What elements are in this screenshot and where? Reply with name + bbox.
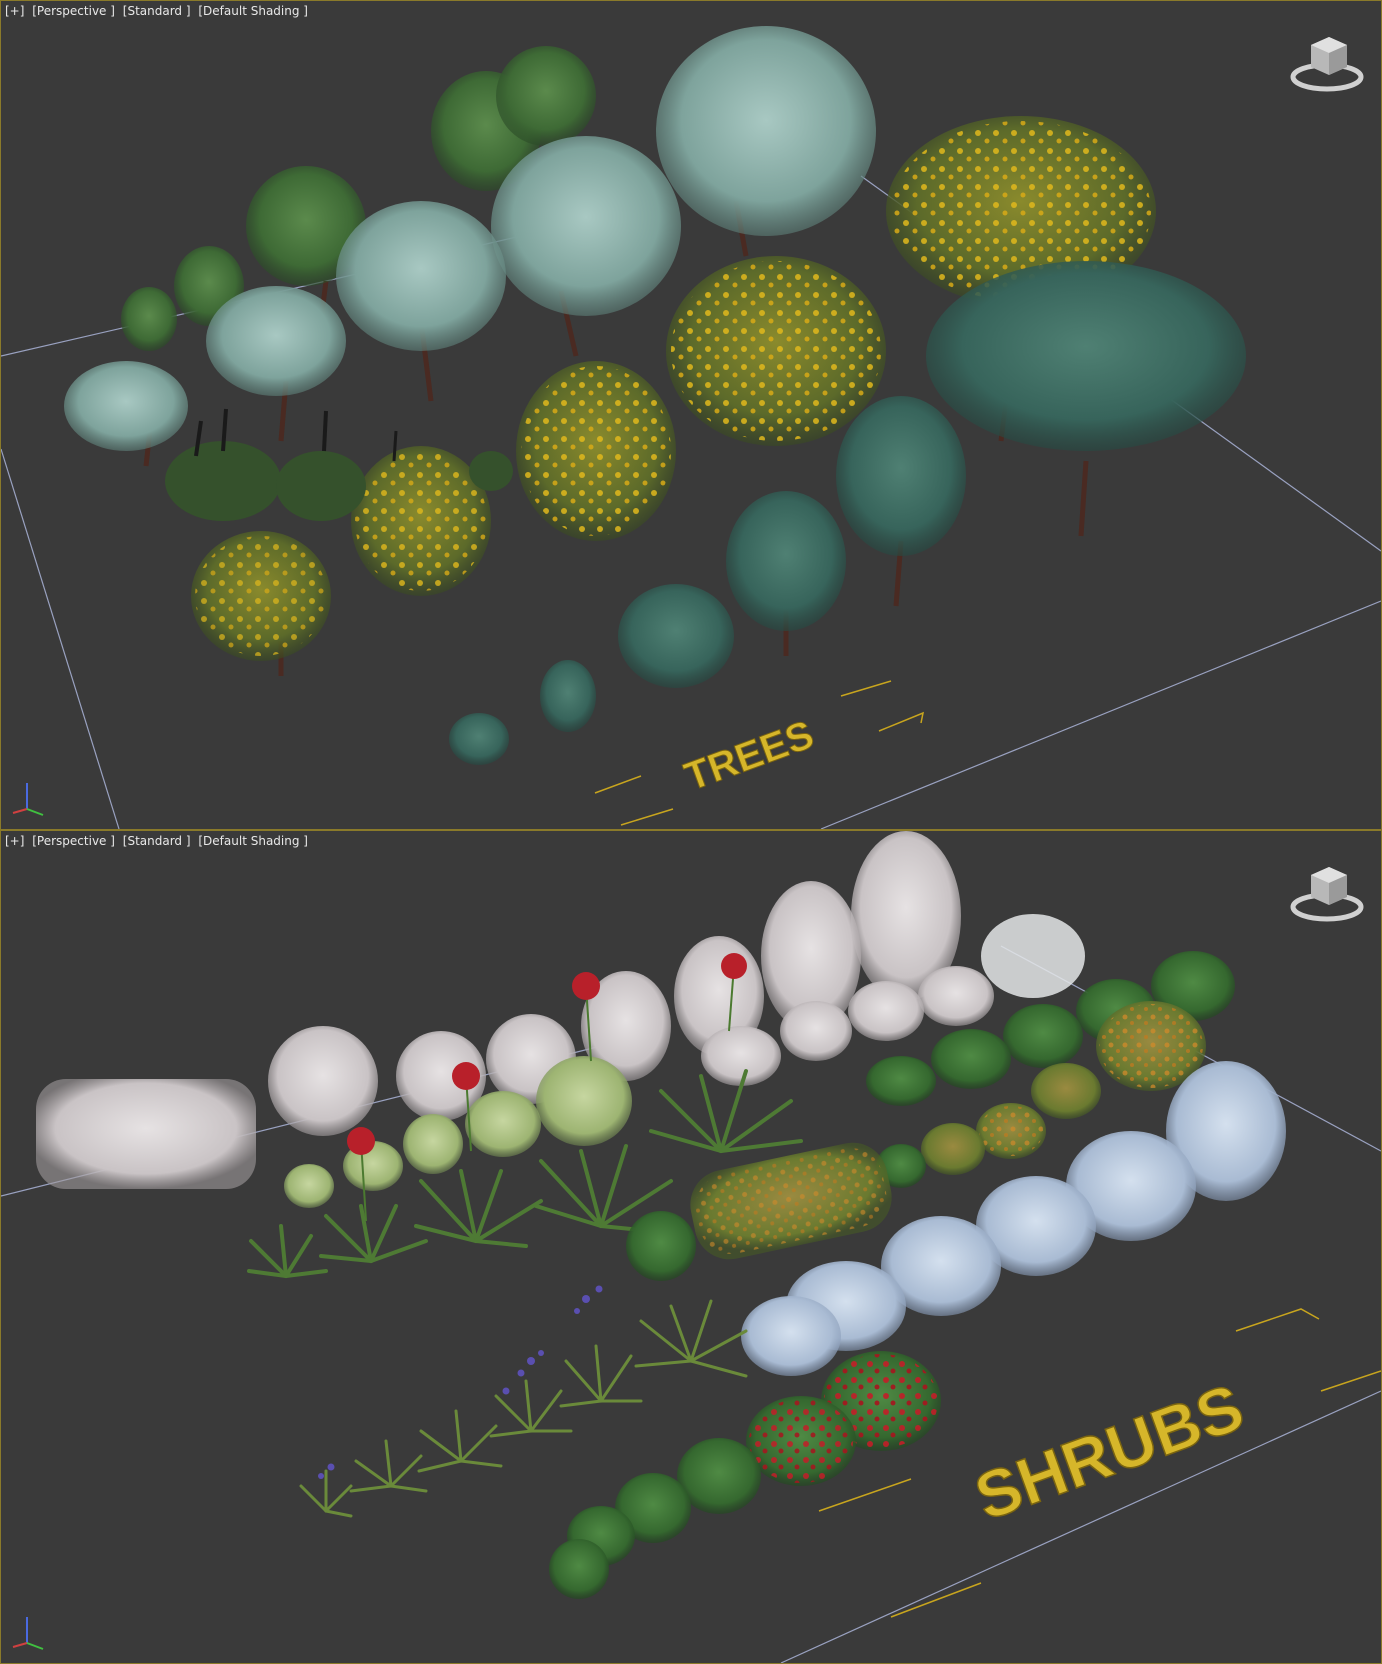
shrub[interactable]	[866, 1056, 936, 1106]
shrub[interactable]	[536, 1056, 632, 1146]
scene-shrubs[interactable]: SHRUBS	[1, 831, 1381, 1663]
trees-3d-text: TREES	[679, 712, 819, 799]
tree[interactable]	[121, 287, 177, 351]
spiky-plant[interactable]	[319, 1204, 428, 1263]
shrub[interactable]	[403, 1114, 463, 1174]
grass-tree[interactable]	[276, 451, 366, 521]
flower	[572, 972, 600, 1000]
grass-clump[interactable]	[299, 1469, 353, 1518]
grass-tree[interactable]	[469, 451, 513, 491]
tree[interactable]	[618, 584, 734, 688]
viewport-label-menu: [+] [Perspective ] [Standard ] [Default …	[5, 834, 312, 848]
viewport-point-of-view-menu[interactable]: [Perspective ]	[32, 4, 115, 18]
shrub[interactable]	[931, 1029, 1011, 1089]
shrub[interactable]	[268, 1026, 378, 1136]
shrub[interactable]	[701, 1026, 781, 1086]
grass-clump[interactable]	[417, 1409, 503, 1473]
shrub[interactable]	[449, 713, 509, 765]
viewport-preset-menu[interactable]: [Standard ]	[123, 4, 191, 18]
tree[interactable]	[496, 46, 596, 146]
shrub[interactable]	[1031, 1063, 1101, 1119]
viewport-shading-menu[interactable]: [Default Shading ]	[198, 834, 308, 848]
shrub[interactable]	[1003, 1004, 1083, 1068]
viewport-general-menu[interactable]: [+]	[5, 4, 24, 18]
tree[interactable]	[64, 361, 188, 451]
viewport-shading-menu[interactable]: [Default Shading ]	[198, 4, 308, 18]
grass-clump[interactable]	[634, 1299, 748, 1378]
shrub[interactable]	[780, 1001, 852, 1061]
shrub[interactable]	[918, 966, 994, 1026]
viewport-point-of-view-menu[interactable]: [Perspective ]	[32, 834, 115, 848]
tree[interactable]	[926, 261, 1246, 451]
shrub[interactable]	[465, 1091, 541, 1157]
spiky-plant[interactable]	[247, 1224, 328, 1278]
shrub[interactable]	[981, 914, 1085, 998]
shrub[interactable]	[848, 981, 924, 1041]
tree[interactable]	[656, 26, 876, 236]
grass-clump[interactable]	[559, 1344, 643, 1408]
perspective-viewport-bottom[interactable]: [+] [Perspective ] [Standard ] [Default …	[0, 830, 1382, 1664]
viewport-label-menu: [+] [Perspective ] [Standard ] [Default …	[5, 4, 312, 18]
viewcube-icon[interactable]	[1289, 31, 1365, 95]
spiky-plant[interactable]	[414, 1169, 543, 1248]
hedge[interactable]	[36, 1079, 256, 1189]
shrub[interactable]	[626, 1211, 696, 1281]
trees-3d-text-group: TREES	[594, 680, 925, 826]
shrub[interactable]	[284, 1164, 334, 1208]
viewcube-icon[interactable]	[1289, 861, 1365, 925]
flower	[721, 953, 747, 979]
shrub[interactable]	[540, 660, 596, 732]
tree[interactable]	[836, 396, 966, 556]
tree[interactable]	[491, 136, 681, 316]
viewport-general-menu[interactable]: [+]	[5, 834, 24, 848]
shrub[interactable]	[549, 1539, 609, 1599]
world-axis-tripod-icon	[12, 783, 44, 816]
flower	[452, 1062, 480, 1090]
shrub[interactable]	[921, 1123, 985, 1175]
shrubs-3d-text: SHRUBS	[965, 1369, 1252, 1534]
scene-trees[interactable]: TREES	[1, 1, 1381, 829]
grass-tree[interactable]	[165, 441, 281, 521]
tree[interactable]	[336, 201, 506, 351]
shrub[interactable]	[741, 1296, 841, 1376]
perspective-viewport-top[interactable]: [+] [Perspective ] [Standard ] [Default …	[0, 0, 1382, 830]
shrubs-green-front	[549, 1438, 761, 1599]
world-axis-tripod-icon	[12, 1617, 44, 1650]
grass-clump[interactable]	[349, 1439, 428, 1493]
tree[interactable]	[726, 491, 846, 631]
viewport-preset-menu[interactable]: [Standard ]	[123, 834, 191, 848]
tree[interactable]	[206, 286, 346, 396]
flower	[347, 1127, 375, 1155]
